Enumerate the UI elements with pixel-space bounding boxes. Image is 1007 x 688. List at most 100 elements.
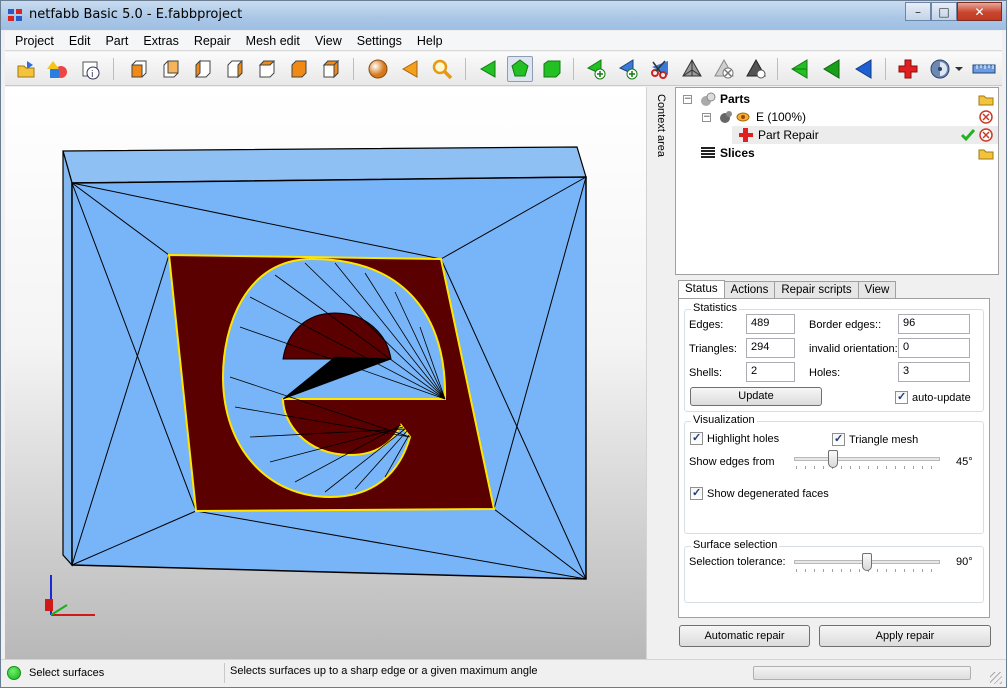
surface-selection-group: Surface selection Selection tolerance: 9… xyxy=(684,539,984,603)
repair-cross-icon[interactable] xyxy=(895,56,921,82)
settings-disc-icon[interactable] xyxy=(927,56,953,82)
automatic-repair-button[interactable]: Automatic repair xyxy=(679,625,810,647)
tetra-dark-icon[interactable] xyxy=(743,56,769,82)
invalid-orientation-value: 0 xyxy=(898,338,970,358)
selection-tolerance-slider[interactable] xyxy=(794,553,940,575)
triangles-value: 294 xyxy=(746,338,795,358)
menu-part[interactable]: Part xyxy=(95,34,133,48)
view-front-icon[interactable] xyxy=(125,56,151,82)
tree-part-e[interactable]: E (100%) xyxy=(756,108,806,126)
shells-value: 2 xyxy=(746,362,795,382)
collapse-part-icon[interactable]: − xyxy=(702,113,711,122)
view-bottom-icon[interactable] xyxy=(285,56,311,82)
menu-help[interactable]: Help xyxy=(407,34,448,48)
progress-bar xyxy=(753,666,971,680)
status-ok-icon xyxy=(7,666,21,680)
visibility-eye-icon[interactable] xyxy=(735,109,751,125)
measure-ruler-icon[interactable] xyxy=(971,56,997,82)
tab-status[interactable]: Status xyxy=(678,280,725,299)
menu-repair[interactable]: Repair xyxy=(184,34,236,48)
maximize-button[interactable]: □ xyxy=(931,2,957,21)
menu-view[interactable]: View xyxy=(305,34,347,48)
auto-update-checkbox[interactable]: auto-update xyxy=(895,390,971,404)
tetra-icon[interactable] xyxy=(679,56,705,82)
holes-value: 3 xyxy=(898,362,970,382)
mesh-render[interactable] xyxy=(5,87,646,659)
main-toolbar: i xyxy=(5,52,1002,86)
show-degenerated-checkbox[interactable]: Show degenerated faces xyxy=(690,486,829,500)
menu-mesh-edit[interactable]: Mesh edit xyxy=(236,34,305,48)
remove-tetra-icon[interactable] xyxy=(711,56,737,82)
resize-grip-icon[interactable] xyxy=(990,672,1002,684)
show-degenerated-check-icon xyxy=(690,486,703,500)
show-edges-value: 45° xyxy=(956,456,973,468)
add-part-icon[interactable] xyxy=(45,56,71,82)
triangle-mesh-check-icon xyxy=(832,432,845,446)
surface-selection-title: Surface selection xyxy=(691,539,780,551)
status-bar: Select surfaces Selects surfaces up to a… xyxy=(1,659,1006,687)
menu-settings[interactable]: Settings xyxy=(347,34,407,48)
view-left-icon[interactable] xyxy=(189,56,215,82)
title-bar: netfabb Basic 5.0 - E.fabbproject – □ ✕ xyxy=(1,1,1006,30)
apply-repair-button[interactable]: Apply repair xyxy=(819,625,991,647)
tree-part-repair[interactable]: Part Repair xyxy=(758,126,819,144)
3d-viewport[interactable] xyxy=(5,87,646,659)
open-folder-icon[interactable] xyxy=(978,145,994,161)
view-top-icon[interactable] xyxy=(253,56,279,82)
select-surfaces-icon[interactable] xyxy=(507,56,533,82)
netfabb-logo-icon xyxy=(8,9,24,23)
close-button[interactable]: ✕ xyxy=(957,2,1002,21)
tab-actions[interactable]: Actions xyxy=(723,281,776,299)
select-triangles-icon[interactable] xyxy=(475,56,501,82)
open-project-icon[interactable] xyxy=(13,56,39,82)
view-iso-icon[interactable] xyxy=(317,56,343,82)
tree-slices[interactable]: Slices xyxy=(720,144,755,162)
status-mode-text: Select surfaces xyxy=(29,667,105,679)
selection-tolerance-slider-thumb[interactable] xyxy=(862,553,872,571)
add-triangle-icon[interactable] xyxy=(583,56,609,82)
slices-icon xyxy=(700,145,716,161)
remove-part-icon[interactable] xyxy=(978,109,994,125)
back-arrow-icon[interactable] xyxy=(397,56,423,82)
tab-repair-scripts[interactable]: Repair scripts xyxy=(774,281,859,299)
context-area-tab[interactable]: Context area xyxy=(652,87,672,659)
select-green2-icon[interactable] xyxy=(819,56,845,82)
open-folder-icon[interactable] xyxy=(978,91,994,107)
add-point-icon[interactable] xyxy=(615,56,641,82)
chevron-down-icon[interactable] xyxy=(953,56,965,82)
select-blue-icon[interactable] xyxy=(851,56,877,82)
apply-check-icon[interactable] xyxy=(960,127,976,143)
visualization-group: Visualization Highlight holes Triangle m… xyxy=(684,414,984,534)
highlight-holes-check-icon xyxy=(690,431,703,445)
app-window: netfabb Basic 5.0 - E.fabbproject – □ ✕ … xyxy=(0,0,1007,688)
window-title: netfabb Basic 5.0 - E.fabbproject xyxy=(29,7,243,22)
border-edges-value: 96 xyxy=(898,314,970,334)
view-back-icon[interactable] xyxy=(157,56,183,82)
triangle-mesh-checkbox[interactable]: Triangle mesh xyxy=(832,432,918,446)
context-panel: − Parts − E (100%) Part Repair Slices St… xyxy=(672,87,1002,659)
show-edges-slider-thumb[interactable] xyxy=(828,450,838,468)
holes-label: Holes: xyxy=(809,367,841,379)
cut-icon[interactable] xyxy=(647,56,673,82)
auto-update-label: auto-update xyxy=(912,391,971,404)
part-info-icon[interactable]: i xyxy=(77,56,103,82)
tab-view[interactable]: View xyxy=(857,281,897,299)
update-button[interactable]: Update xyxy=(690,387,822,406)
menu-extras[interactable]: Extras xyxy=(133,34,183,48)
shaded-sphere-icon[interactable] xyxy=(365,56,391,82)
status-tab-page: Statistics Edges: 489 Border edges:: 96 … xyxy=(678,298,990,618)
edges-label: Edges: xyxy=(689,319,724,331)
tree-parts[interactable]: Parts xyxy=(720,90,750,108)
show-edges-slider[interactable] xyxy=(794,450,940,472)
status-mode: Select surfaces xyxy=(7,663,225,683)
select-shells-icon[interactable] xyxy=(539,56,565,82)
zoom-icon[interactable] xyxy=(429,56,455,82)
menu-project[interactable]: Project xyxy=(5,34,59,48)
cancel-repair-icon[interactable] xyxy=(978,127,994,143)
minimize-button[interactable]: – xyxy=(905,2,931,21)
view-right-icon[interactable] xyxy=(221,56,247,82)
collapse-parts-icon[interactable]: − xyxy=(683,95,692,104)
menu-edit[interactable]: Edit xyxy=(59,34,96,48)
highlight-holes-checkbox[interactable]: Highlight holes xyxy=(690,431,779,445)
select-green-icon[interactable] xyxy=(787,56,813,82)
